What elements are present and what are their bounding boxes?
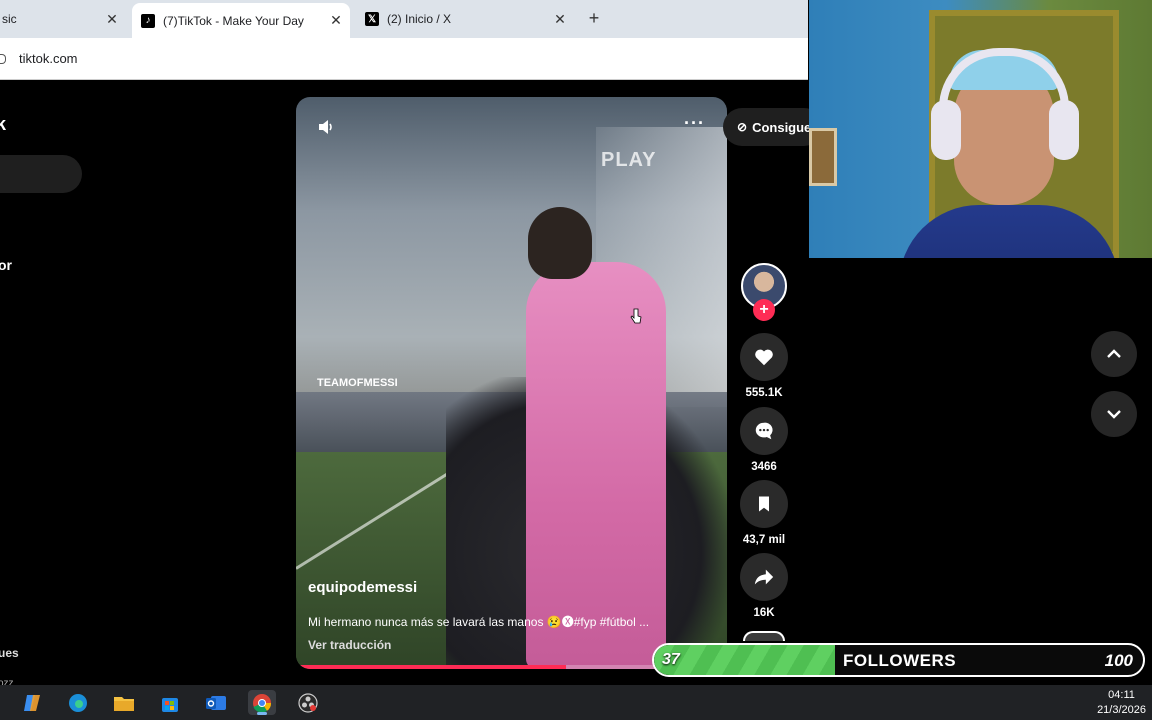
system-clock[interactable]: 04:11 21/3/2026 <box>1097 688 1146 718</box>
coin-icon: ⊘ <box>737 120 748 134</box>
like-button[interactable] <box>740 333 788 381</box>
followers-goal-bar: 37 FOLLOWERS 100 <box>652 643 1145 677</box>
chrome-icon[interactable] <box>248 690 276 715</box>
video-watermark: TEAMOFMESSI <box>317 377 398 389</box>
video-username[interactable]: equipodemessi <box>308 579 417 596</box>
share-icon <box>754 569 774 585</box>
outlook-icon[interactable] <box>202 690 230 715</box>
tab-x[interactable]: 𝕏 (2) Inicio / X ✕ <box>356 0 574 38</box>
comment-button[interactable] <box>740 407 788 455</box>
webcam-wall-picture <box>809 128 837 186</box>
share-count: 16K <box>753 607 775 619</box>
x-icon: 𝕏 <box>365 12 379 26</box>
tiktok-icon: ♪ <box>141 13 155 28</box>
like-action: 555.1K <box>738 333 790 399</box>
volume-icon[interactable] <box>316 117 336 137</box>
edge-icon[interactable] <box>64 690 92 715</box>
clock-date: 21/3/2026 <box>1097 704 1146 716</box>
share-action: 16K <box>738 553 790 619</box>
comment-icon <box>755 422 773 440</box>
copilot-icon[interactable] <box>18 690 46 715</box>
video-caption: Mi hermano nunca más se lavará las manos… <box>308 615 650 629</box>
active-app-indicator <box>257 712 267 715</box>
sidebar-item[interactable]: or <box>0 257 12 273</box>
like-count: 555.1K <box>745 387 783 399</box>
video-frame-head <box>528 207 592 279</box>
site-info-icon[interactable] <box>0 54 6 64</box>
close-icon[interactable]: ✕ <box>328 12 344 29</box>
follow-button[interactable]: + <box>753 299 775 321</box>
tab-label: (7)TikTok - Make Your Day <box>163 13 304 28</box>
chevron-up-icon <box>1107 349 1121 358</box>
webcam-shirt <box>899 205 1119 258</box>
close-icon[interactable]: ✕ <box>552 11 568 28</box>
followers-current: 37 <box>662 651 680 668</box>
comment-count: 3466 <box>751 461 777 473</box>
tiktok-logo[interactable]: k <box>0 114 6 135</box>
video-overlay-text: PLAY <box>601 149 657 171</box>
tab-music[interactable]: sic ✕ <box>0 0 130 38</box>
comment-action: 3466 <box>738 407 790 473</box>
share-button[interactable] <box>740 553 788 601</box>
webcam-overlay <box>809 0 1152 258</box>
followers-target: 100 <box>1104 651 1133 670</box>
webcam-headset-left <box>931 100 961 160</box>
address-bar: tiktok.com <box>0 38 808 80</box>
obs-icon[interactable] <box>294 690 322 715</box>
video-player[interactable]: ··· PLAY TEAMOFMESSI equipodemessi Mi he… <box>296 97 727 669</box>
browser-tab-bar: sic ✕ ♪ (7)TikTok - Make Your Day ✕ 𝕏 (2… <box>0 0 808 38</box>
translate-link[interactable]: Ver traducción <box>308 638 391 652</box>
sidebar-footer-text: ues <box>0 646 19 660</box>
followers-goal-fill <box>654 645 835 675</box>
headset-icon <box>939 48 1069 108</box>
save-count: 43,7 mil <box>742 534 786 546</box>
followers-label: FOLLOWERS <box>843 651 957 670</box>
clock-time: 04:11 <box>1108 689 1135 701</box>
chevron-down-icon <box>1107 410 1121 419</box>
video-frame-player <box>526 262 666 669</box>
heart-icon <box>755 349 773 366</box>
close-icon[interactable]: ✕ <box>104 11 120 28</box>
store-icon[interactable] <box>156 690 184 715</box>
more-options-icon[interactable]: ··· <box>684 113 705 134</box>
get-coins-label: Consigue <box>752 119 812 135</box>
taskbar: 04:11 21/3/2026 <box>0 685 1152 720</box>
previous-video-button[interactable] <box>1091 331 1137 377</box>
get-coins-button[interactable]: ⊘ Consigue <box>723 108 823 146</box>
next-video-button[interactable] <box>1091 391 1137 437</box>
new-tab-button[interactable]: + <box>584 8 604 28</box>
bookmark-icon <box>759 496 769 512</box>
tab-tiktok[interactable]: ♪ (7)TikTok - Make Your Day ✕ <box>132 3 350 38</box>
next-video-avatar[interactable] <box>743 631 785 641</box>
save-button[interactable] <box>740 480 788 528</box>
save-action: 43,7 mil <box>738 480 790 546</box>
search-input[interactable] <box>0 155 82 193</box>
file-explorer-icon[interactable] <box>110 690 138 715</box>
webcam-headset-right <box>1049 100 1079 160</box>
tab-label: sic <box>2 12 17 26</box>
url-field[interactable]: tiktok.com <box>19 51 78 66</box>
screen: sic ✕ ♪ (7)TikTok - Make Your Day ✕ 𝕏 (2… <box>0 0 1152 720</box>
video-progress-fill <box>300 665 567 669</box>
mouse-cursor-icon <box>630 308 642 324</box>
webcam-streamer <box>869 40 1119 258</box>
